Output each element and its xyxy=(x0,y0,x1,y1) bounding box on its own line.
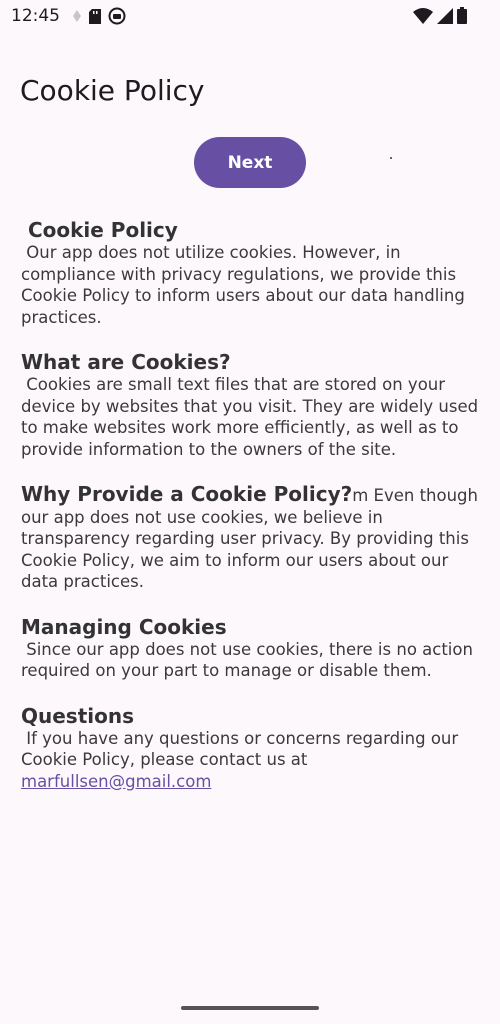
section-questions: Questions If you have any questions or c… xyxy=(21,704,483,793)
section-why-provide: Why Provide a Cookie Policy?m Even thoug… xyxy=(21,482,483,593)
status-time: 12:45 xyxy=(11,6,60,26)
status-bar: 12:45 xyxy=(0,0,500,32)
section-heading: Why Provide a Cookie Policy? xyxy=(21,482,353,506)
section-heading: What are Cookies? xyxy=(21,350,231,374)
battery-icon xyxy=(457,7,467,29)
section-cookie-policy: Cookie Policy Our app does not utilize c… xyxy=(21,218,483,328)
section-heading: Cookie Policy xyxy=(21,218,178,242)
status-left-icons xyxy=(72,7,126,30)
section-body: Since our app does not use cookies, ther… xyxy=(21,639,479,681)
wifi-icon xyxy=(413,7,433,29)
section-body: If you have any questions or concerns re… xyxy=(21,728,464,770)
stray-dot xyxy=(390,157,392,159)
policy-content: Cookie Policy Our app does not utilize c… xyxy=(21,218,483,814)
section-body: Cookies are small text files that are st… xyxy=(21,375,484,459)
notification-icon xyxy=(72,9,82,28)
sync-icon xyxy=(108,7,126,30)
home-indicator[interactable] xyxy=(181,1006,319,1010)
section-what-are-cookies: What are Cookies? Cookies are small text… xyxy=(21,350,483,460)
page-title: Cookie Policy xyxy=(20,73,205,107)
section-body: Our app does not utilize cookies. Howeve… xyxy=(21,243,471,327)
signal-icon xyxy=(437,7,453,29)
section-heading: Questions xyxy=(21,703,135,728)
status-right-icons xyxy=(413,7,467,29)
section-managing-cookies: Managing Cookies Since our app does not … xyxy=(21,615,483,682)
email-link[interactable]: marfullsen@gmail.com xyxy=(21,772,211,791)
section-heading: Managing Cookies xyxy=(21,614,227,639)
next-button[interactable]: Next xyxy=(194,137,306,188)
section-body-wrap: If you have any questions or concerns re… xyxy=(21,728,483,793)
sd-card-icon xyxy=(89,8,101,29)
